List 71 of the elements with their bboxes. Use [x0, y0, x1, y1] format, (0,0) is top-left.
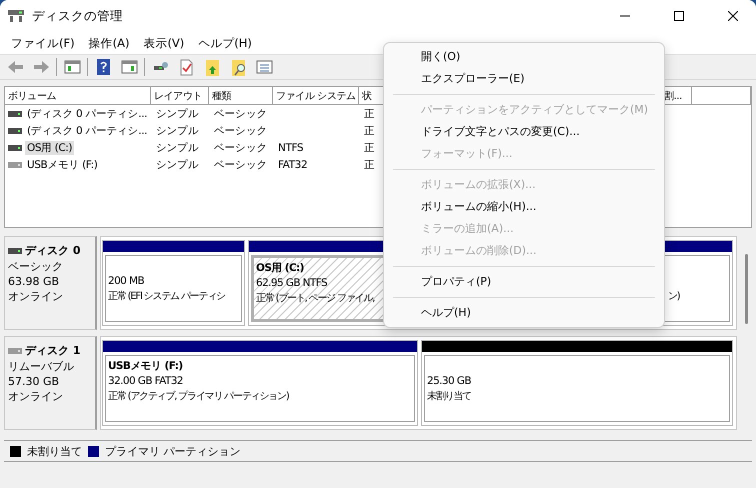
column-header[interactable]: ボリューム [8, 88, 56, 102]
partition-status: 正常 (EFI システム パーティシ [108, 290, 225, 304]
partition-size: 200 MB [108, 274, 144, 289]
column-header[interactable]: 種類 [212, 88, 232, 102]
context-menu-item[interactable]: 開く(O) [384, 46, 664, 68]
column-header[interactable]: ファイル システム [276, 88, 356, 102]
menu-item[interactable]: ヘルプ(H) [191, 34, 259, 52]
forward-arrow-icon [32, 58, 50, 76]
table-cell[interactable]: (ディスク 0 パーティシ... [25, 124, 150, 138]
list-icon [254, 58, 274, 76]
partition-label: OS用 (C:) [256, 261, 304, 276]
menu-item[interactable]: 表示(V) [136, 34, 192, 52]
disk-status: オンライン [8, 289, 63, 304]
menu-item[interactable]: 操作(A) [82, 34, 136, 52]
partition-size: 62.95 GB NTFS [256, 276, 328, 291]
partition-block[interactable]: 200 MB 正常 (EFI システム パーティシ [105, 255, 242, 322]
disk-status: オンライン [8, 389, 63, 404]
table-cell-text: シンプル [155, 124, 200, 138]
context-menu-item[interactable]: エクスプローラー(E) [384, 68, 664, 90]
column-header[interactable]: 状 [362, 88, 372, 102]
partition-size: 32.00 GB FAT32 [108, 374, 183, 389]
table-cell-text: シンプル [155, 106, 200, 120]
context-menu-item[interactable]: ボリュームの縮小(H)... [384, 196, 664, 218]
disk-info-panel[interactable]: ディスク 0 ベーシック 63.98 GB オンライン [4, 236, 97, 330]
column-header[interactable]: レイアウト [154, 88, 202, 102]
menu-item[interactable]: ファイル(F) [4, 34, 82, 52]
table-cell-text: ベーシック [213, 140, 268, 154]
partition-size: 25.30 GB [427, 374, 471, 389]
partition-status: ン) [668, 290, 680, 304]
disk-name: ディスク 1 [25, 343, 80, 358]
table-cell-text: FAT32 [277, 158, 308, 170]
table-cell-text: ベーシック [213, 158, 268, 172]
back-arrow-icon [6, 58, 24, 76]
disk-name: ディスク 0 [25, 243, 80, 258]
partition-label: USBメモリ (F:) [108, 359, 183, 374]
scrollbar-thumb[interactable] [744, 254, 748, 324]
context-menu-item[interactable]: プロパティ(P) [384, 271, 664, 293]
table-cell-text: 正 [363, 140, 376, 154]
pane-icon [62, 58, 82, 76]
table-cell-text: 正 [363, 124, 376, 138]
context-menu-item[interactable]: ヘルプ(H) [384, 302, 664, 324]
legend-label: プライマリ パーティション [105, 444, 240, 458]
column-header[interactable]: 割... [664, 88, 682, 102]
table-cell-text: シンプル [155, 158, 200, 172]
partition-status: 正常 (アクティブ, プライマリ パーティション) [108, 390, 289, 404]
partition-status: 未割り当て [427, 390, 472, 404]
table-cell-text: ベーシック [213, 106, 268, 120]
disk-type: リムーバブル [8, 359, 74, 374]
disk-size: 57.30 GB [8, 375, 60, 388]
partition-status: 正常 (ブート, ページ ファイル, [256, 292, 374, 306]
maximize-icon [674, 11, 684, 21]
table-cell[interactable]: OS用 (C:) [25, 140, 74, 154]
context-menu-item[interactable]: ドライブ文字とパスの変更(C)... [384, 121, 664, 143]
pane-icon [120, 58, 138, 76]
table-cell-text: 正 [363, 106, 376, 120]
disk-info-panel[interactable]: ディスク 1 リムーバブル 57.30 GB オンライン [4, 336, 97, 430]
legend-label: 未割り当て [27, 444, 82, 458]
table-cell[interactable]: USBメモリ (F:) [25, 158, 100, 172]
table-cell-text: NTFS [277, 142, 304, 154]
partition-block[interactable]: USBメモリ (F:) 32.00 GB FAT32 正常 (アクティブ, プライマリ パーティション) [105, 355, 415, 422]
minimize-icon [620, 15, 630, 17]
table-cell[interactable]: (ディスク 0 パーティシ... [25, 106, 150, 120]
partition-block[interactable]: 25.30 GB 未割り当て [424, 355, 730, 422]
window-title: ディスクの管理 [32, 8, 124, 24]
close-icon [728, 11, 738, 21]
table-cell-text: シンプル [155, 140, 200, 154]
table-cell-text: ベーシック [213, 124, 268, 138]
disk-drive-icon [8, 10, 24, 22]
table-cell-text: 正 [363, 158, 376, 172]
disk-size: 63.98 GB [8, 275, 60, 288]
disk-type: ベーシック [8, 259, 63, 274]
